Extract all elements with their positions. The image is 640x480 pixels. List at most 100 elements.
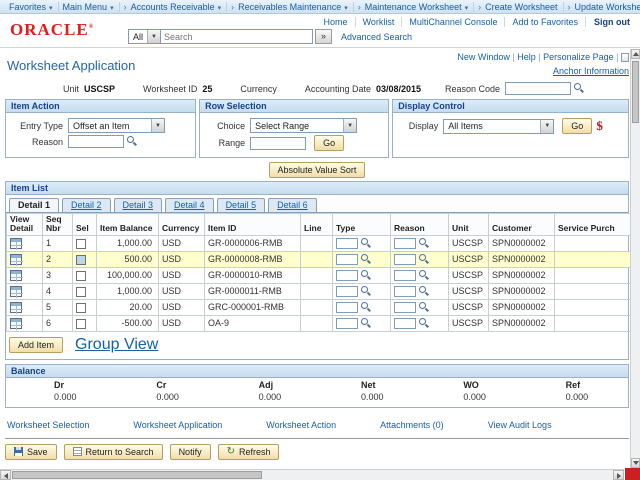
currency-conversion-icon[interactable]: $: [596, 118, 603, 134]
display-label: Display: [408, 121, 439, 132]
breadcrumb-receivables-maintenance[interactable]: Receivables Maintenance: [226, 1, 353, 12]
view-audit-logs-link[interactable]: View Audit Logs: [488, 420, 552, 430]
view-detail-icon[interactable]: [10, 317, 23, 330]
worksheet-id-label: Worksheet ID: [143, 83, 198, 94]
view-detail-icon[interactable]: [10, 269, 23, 282]
type-input[interactable]: [336, 317, 358, 329]
worksheet-action-link[interactable]: Worksheet Action: [266, 420, 336, 430]
reason-input[interactable]: [394, 253, 416, 265]
item-action-reason-input[interactable]: [68, 135, 124, 149]
type-lookup-icon[interactable]: [361, 286, 372, 297]
anchor-information-link[interactable]: Anchor Information: [457, 66, 629, 76]
view-detail-icon[interactable]: [10, 301, 23, 314]
reason-code-lookup-icon[interactable]: [574, 83, 585, 94]
horizontal-scrollbar[interactable]: [0, 469, 624, 480]
page-options-icon[interactable]: [621, 53, 629, 63]
refresh-button[interactable]: ↻ Refresh: [217, 443, 280, 460]
reason-code-input[interactable]: [505, 82, 572, 96]
nav-home-link[interactable]: Home: [317, 17, 355, 27]
breadcrumb-main-menu[interactable]: Main Menu: [57, 1, 119, 12]
breadcrumb-favorites[interactable]: Favorites: [5, 2, 58, 12]
reason-input[interactable]: [394, 269, 416, 281]
vertical-scrollbar[interactable]: [630, 49, 640, 468]
vertical-scroll-thumb[interactable]: [632, 61, 639, 123]
notify-button[interactable]: Notify: [169, 443, 211, 460]
nav-add-favorites-link[interactable]: Add to Favorites: [504, 17, 585, 27]
nav-worklist-link[interactable]: Worklist: [354, 17, 402, 27]
type-lookup-icon[interactable]: [361, 270, 372, 281]
tab-detail-5[interactable]: Detail 5: [216, 198, 266, 213]
select-checkbox[interactable]: [76, 270, 86, 281]
service-purch-cell: [554, 266, 635, 284]
breadcrumb-create-worksheet[interactable]: Create Worksheet: [473, 1, 562, 12]
search-submit-button[interactable]: [315, 29, 333, 44]
type-lookup-icon[interactable]: [361, 318, 372, 329]
reason-lookup-icon[interactable]: [419, 318, 430, 329]
reason-lookup-icon[interactable]: [419, 254, 430, 265]
tab-detail-4[interactable]: Detail 4: [165, 198, 214, 213]
personalize-page-link[interactable]: Personalize Page: [543, 52, 621, 62]
type-lookup-icon[interactable]: [361, 254, 372, 265]
item-action-reason-lookup-icon[interactable]: [127, 136, 138, 147]
scroll-up-button[interactable]: [631, 49, 640, 59]
reason-input[interactable]: [394, 317, 416, 329]
choice-select[interactable]: Select Range: [250, 118, 358, 134]
save-button[interactable]: Save: [5, 443, 57, 460]
absolute-value-sort-button[interactable]: Absolute Value Sort: [268, 162, 366, 179]
help-link[interactable]: Help: [517, 52, 543, 62]
select-checkbox[interactable]: [76, 318, 86, 329]
row-selection-box: Row Selection Choice Select Range Range …: [199, 99, 390, 159]
view-detail-icon[interactable]: [10, 237, 23, 250]
type-input[interactable]: [336, 269, 358, 281]
range-input[interactable]: [250, 136, 307, 150]
reason-lookup-icon[interactable]: [419, 302, 430, 313]
item-action-title: Item Action: [6, 100, 196, 114]
select-checkbox[interactable]: [76, 302, 86, 313]
select-checkbox[interactable]: [76, 254, 86, 265]
advanced-search-link[interactable]: Advanced Search: [341, 32, 412, 42]
attachments-link[interactable]: Attachments (0): [380, 420, 444, 430]
type-input[interactable]: [336, 285, 358, 297]
breadcrumb-accounts-receivable[interactable]: Accounts Receivable: [118, 1, 227, 12]
scroll-right-button[interactable]: [613, 470, 624, 480]
type-lookup-icon[interactable]: [361, 238, 372, 249]
search-input[interactable]: [161, 29, 314, 44]
tab-detail-6[interactable]: Detail 6: [268, 198, 317, 213]
breadcrumb-maintenance-worksheet[interactable]: Maintenance Worksheet: [352, 1, 473, 12]
return-to-search-button[interactable]: Return to Search: [63, 443, 163, 460]
select-checkbox[interactable]: [76, 286, 86, 297]
select-checkbox[interactable]: [76, 238, 86, 249]
worksheet-selection-link[interactable]: Worksheet Selection: [7, 420, 89, 430]
reason-lookup-icon[interactable]: [419, 270, 430, 281]
range-go-button[interactable]: Go: [314, 135, 345, 152]
view-detail-icon[interactable]: [10, 285, 23, 298]
nav-multichannel-link[interactable]: MultiChannel Console: [401, 17, 504, 27]
reason-input[interactable]: [394, 285, 416, 297]
type-input[interactable]: [336, 253, 358, 265]
group-view-link[interactable]: Group View: [75, 336, 158, 354]
tab-detail-1[interactable]: Detail 1: [9, 198, 60, 213]
new-window-link[interactable]: New Window: [457, 52, 517, 62]
search-scope-select[interactable]: All: [128, 29, 162, 44]
entry-type-select[interactable]: Offset an Item: [68, 118, 165, 134]
tab-detail-2[interactable]: Detail 2: [62, 198, 111, 213]
item-list-title: Item List: [6, 182, 628, 196]
type-lookup-icon[interactable]: [361, 302, 372, 313]
reason-lookup-icon[interactable]: [419, 286, 430, 297]
reason-lookup-icon[interactable]: [419, 238, 430, 249]
add-item-button[interactable]: Add Item: [9, 336, 64, 353]
scroll-left-button[interactable]: [0, 470, 11, 480]
type-input[interactable]: [336, 301, 358, 313]
type-input[interactable]: [336, 237, 358, 249]
worksheet-application-link[interactable]: Worksheet Application: [133, 420, 222, 430]
reason-input[interactable]: [394, 237, 416, 249]
display-go-button[interactable]: Go: [562, 118, 593, 135]
horizontal-scroll-thumb[interactable]: [12, 471, 262, 479]
view-detail-icon[interactable]: [10, 253, 23, 266]
sign-out-link[interactable]: Sign out: [585, 17, 632, 27]
breadcrumb-update-worksheet[interactable]: Update Worksheet: [562, 1, 640, 12]
display-select[interactable]: All Items: [443, 118, 555, 134]
tab-detail-3[interactable]: Detail 3: [113, 198, 163, 213]
scroll-down-button[interactable]: [631, 458, 640, 468]
reason-input[interactable]: [394, 301, 416, 313]
